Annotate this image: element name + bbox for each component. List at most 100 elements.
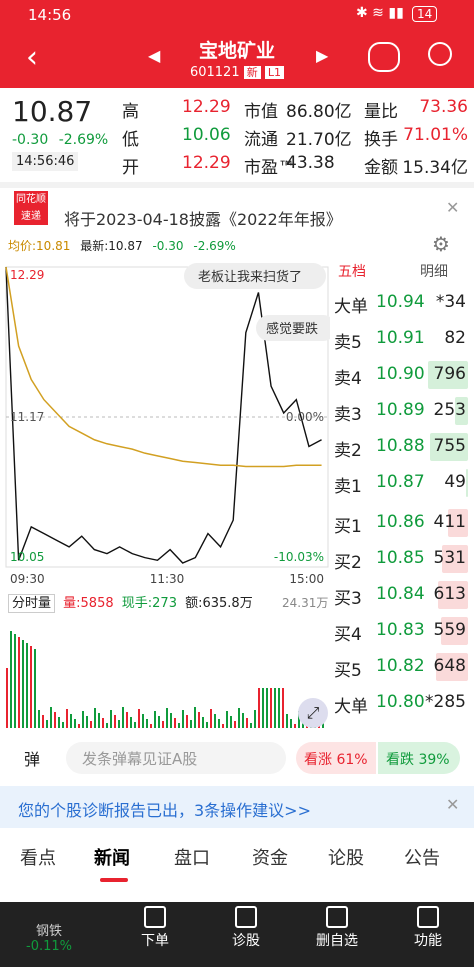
danmu-text: 感觉要跌	[266, 321, 318, 337]
danmu-icon[interactable]: 弹	[24, 746, 40, 770]
y-max-label: 12.29	[10, 268, 44, 282]
volume-bar	[50, 707, 52, 728]
volume-bar	[198, 712, 200, 728]
pct-min-label: -10.03%	[274, 550, 324, 564]
order-book-row: 大单 10.80 *285	[334, 692, 466, 717]
volume-bar	[222, 724, 224, 728]
bottom-nav-3[interactable]: 功能	[393, 906, 463, 950]
volume-selector[interactable]: 分时量	[8, 594, 56, 613]
intraday-chart[interactable]: 12.2911.1710.05+10.03%0.00%-10.03%09:301…	[0, 255, 330, 585]
nav-icon	[235, 906, 257, 928]
volume-bar	[30, 646, 32, 728]
quote-value: 73.36	[419, 97, 468, 117]
price-change: -0.30 -2.69%	[12, 132, 109, 148]
depth-bar	[466, 469, 468, 497]
volume-bar	[282, 688, 284, 728]
volume-bar	[54, 712, 56, 728]
quote-label: 换手	[364, 130, 398, 150]
news-logo: 同花顺 速递	[14, 191, 48, 225]
volume-bar	[210, 709, 212, 728]
volume-bar	[262, 688, 264, 728]
volume-bar	[38, 710, 40, 728]
volume-bar	[270, 688, 272, 728]
volume-bar	[6, 668, 8, 728]
tab-indicator	[100, 878, 128, 882]
close-icon[interactable]: ✕	[446, 198, 459, 217]
volume-bar	[34, 649, 36, 728]
volume-bar	[254, 710, 256, 728]
search-icon[interactable]	[428, 42, 452, 66]
order-book-row: 卖5 10.91 82	[334, 328, 466, 353]
quote-value: 15.34亿	[402, 158, 468, 178]
volume-bar	[154, 711, 156, 728]
tab-2[interactable]: 盘口	[174, 844, 210, 870]
volume-bar	[206, 722, 208, 728]
status-icons: ✱ ≋ ▮▮	[356, 5, 404, 21]
news-text[interactable]: 将于2023-04-18披露《2022年年报》	[64, 206, 342, 230]
nav-icon	[417, 906, 439, 928]
volume-bar	[226, 711, 228, 728]
fullscreen-icon[interactable]: ⤢	[298, 698, 328, 728]
tab-wudang[interactable]: 五档	[338, 261, 366, 281]
volume-bar	[98, 713, 100, 728]
bullish-button[interactable]: 看涨 61%	[296, 742, 376, 774]
status-time: 14:56	[28, 6, 72, 24]
tab-0[interactable]: 看点	[20, 844, 56, 870]
banner-close-icon[interactable]: ✕	[446, 795, 459, 814]
battery-icon: 14	[412, 6, 438, 22]
tab-3[interactable]: 资金	[252, 844, 288, 870]
volume-bar	[142, 714, 144, 728]
bearish-button[interactable]: 看跌 39%	[378, 742, 460, 774]
tab-4[interactable]: 论股	[328, 844, 364, 870]
stock-code: 601121	[189, 65, 240, 80]
volume-bar	[274, 688, 276, 728]
tab-5[interactable]: 公告	[404, 844, 440, 870]
volume-bar	[130, 717, 132, 728]
robot-icon[interactable]	[368, 42, 400, 72]
quote-value: 43.38	[286, 153, 335, 173]
quote-label: 开	[122, 158, 139, 178]
quote-label: 流通	[244, 130, 278, 150]
new-tag: 新	[243, 66, 261, 79]
book-tabs: 五档 明细	[330, 255, 474, 285]
pct-mid-label: 0.00%	[286, 410, 324, 424]
volume-bar	[146, 719, 148, 728]
volume-bar	[250, 723, 252, 728]
diagnosis-banner[interactable]: 您的个股诊断报告已出，3条操作建议>>	[0, 786, 474, 828]
volume-bar	[126, 712, 128, 728]
volume-bar	[162, 721, 164, 728]
order-book-row: 卖4 10.90 796	[330, 357, 470, 393]
volume-bar	[70, 714, 72, 728]
bottom-nav-0[interactable]: 下单	[120, 906, 190, 950]
settings-gear-icon[interactable]: ⚙	[432, 232, 450, 256]
volume-bar	[158, 716, 160, 728]
volume-bar	[46, 720, 48, 728]
y-min-label: 10.05	[10, 550, 44, 564]
danmu-input[interactable]: 发条弹幕见证A股	[66, 742, 286, 774]
volume-chart	[6, 631, 324, 728]
volume-bar	[110, 710, 112, 728]
quote-value: 21.70亿	[286, 130, 352, 150]
tab-1[interactable]: 新闻	[94, 844, 130, 870]
tab-detail[interactable]: 明细	[420, 261, 448, 281]
quote-value: 10.06	[182, 125, 231, 145]
volume-bar	[78, 724, 80, 728]
next-stock-icon[interactable]: ▶	[316, 46, 328, 65]
volume-bar	[102, 718, 104, 728]
volume-bar	[258, 688, 260, 728]
volume-bar	[14, 634, 16, 728]
sector-ticker[interactable]: 钢铁 -0.11%	[26, 920, 72, 954]
bottom-nav-2[interactable]: 删自选	[302, 906, 372, 950]
volume-bar	[94, 708, 96, 728]
quote-label: 高	[122, 102, 139, 122]
volume-bar	[286, 714, 288, 728]
volume-bar	[214, 714, 216, 728]
bottom-nav-1[interactable]: 诊股	[211, 906, 281, 950]
volume-bar	[194, 707, 196, 728]
volume-bar	[114, 715, 116, 728]
order-book-row: 买4 10.83 559	[330, 613, 470, 649]
y-mid-label: 11.17	[10, 410, 44, 424]
nav-icon	[326, 906, 348, 928]
volume-bar	[58, 717, 60, 728]
volume-bar	[294, 724, 296, 728]
